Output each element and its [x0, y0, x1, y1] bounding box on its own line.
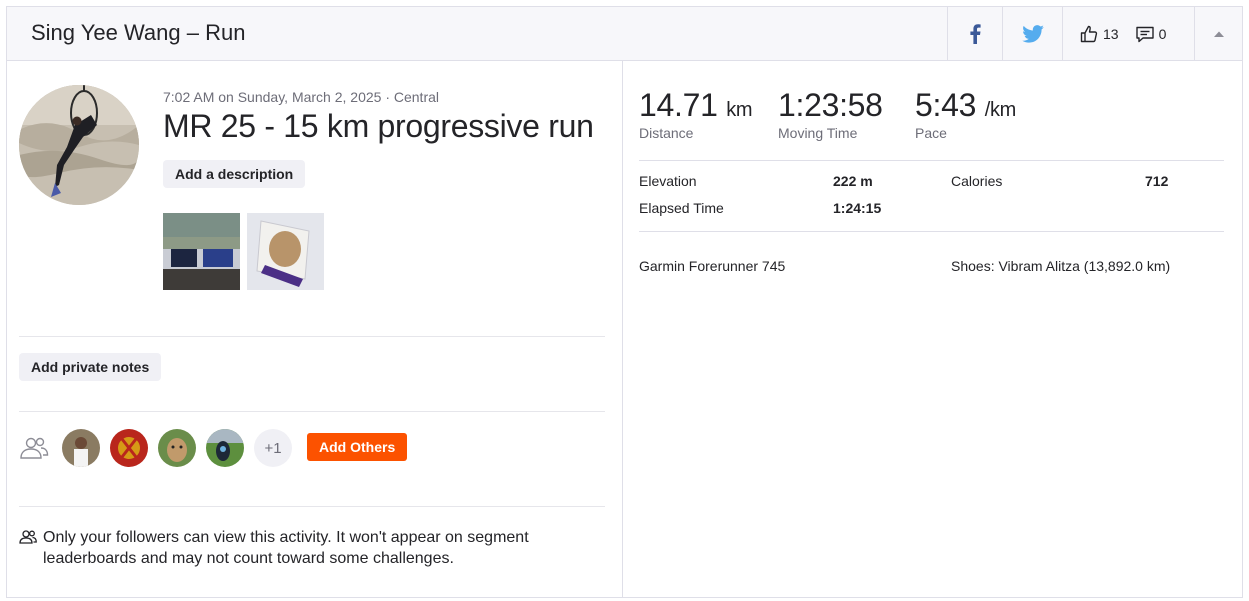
calories-value: 712 [1145, 173, 1169, 189]
twitter-share-button[interactable] [1002, 7, 1062, 60]
followers-icon [19, 530, 37, 544]
thumbs-up-icon [1080, 25, 1098, 42]
activity-title: MR 25 - 15 km progressive run [163, 108, 594, 144]
kudos-button[interactable]: 13 [1079, 24, 1135, 44]
kudos-comments-cell: 13 0 [1062, 7, 1194, 60]
device-name: Garmin Forerunner 745 [639, 258, 786, 274]
pace-label: Pace [915, 125, 947, 141]
activity-photo-group[interactable] [163, 213, 240, 290]
elapsed-time-label: Elapsed Time [639, 200, 724, 216]
twitter-icon [1021, 24, 1044, 43]
add-description-button[interactable]: Add a description [163, 160, 306, 188]
add-private-notes-button[interactable]: Add private notes [19, 353, 162, 381]
comment-icon [1135, 26, 1154, 42]
calories-label: Calories [951, 173, 1003, 189]
group-athlete-avatar[interactable] [206, 429, 244, 467]
stat-distance: 14.71 km Distance [639, 87, 753, 141]
more-athletes-count[interactable]: +1 [254, 429, 292, 467]
group-athlete-avatar[interactable] [62, 429, 100, 467]
group-athlete-avatar[interactable] [158, 429, 196, 467]
facebook-icon [970, 23, 981, 44]
group-athlete-avatar[interactable] [110, 429, 148, 467]
group-activity-row: +1 Add Others [19, 429, 609, 469]
activity-photo-food[interactable] [247, 213, 324, 290]
comment-count: 0 [1158, 25, 1167, 42]
group-icon [20, 437, 49, 459]
facebook-share-button[interactable] [947, 7, 1002, 60]
moving-time-value: 1:23:58 [778, 87, 883, 123]
distance-unit: km [726, 99, 753, 121]
activity-card: Sing Yee Wang – Run 13 0 7:02 AM on Sund… [6, 6, 1243, 598]
elevation-value: 222 m [833, 173, 873, 189]
moving-time-label: Moving Time [778, 125, 858, 141]
activity-details-panel: 7:02 AM on Sunday, March 2, 2025 · Centr… [7, 61, 623, 597]
photo-image [163, 213, 240, 290]
privacy-text: Only your followers can view this activi… [43, 529, 529, 567]
distance-label: Distance [639, 125, 694, 141]
pace-value: 5:43 [915, 87, 977, 123]
chevron-up-icon [1213, 31, 1224, 37]
shoes-info[interactable]: Shoes: Vibram Alitza (13,892.0 km) [951, 258, 1170, 274]
section-divider [19, 336, 605, 337]
pace-unit: /km [984, 99, 1017, 121]
activity-datetime: 7:02 AM on Sunday, March 2, 2025 · Centr… [163, 89, 440, 105]
elapsed-time-value: 1:24:15 [833, 200, 882, 216]
pace-value-row: 5:43 /km [915, 87, 1016, 124]
photo-image [247, 213, 324, 290]
add-others-button[interactable]: Add Others [307, 433, 408, 461]
distance-value: 14.71 [639, 87, 718, 123]
section-divider [19, 411, 605, 412]
stats-divider [639, 231, 1224, 232]
stats-divider [639, 160, 1224, 161]
activity-header: Sing Yee Wang – Run 13 0 [7, 7, 1242, 61]
collapse-button[interactable] [1194, 7, 1242, 60]
avatar-image [19, 85, 139, 205]
athlete-avatar[interactable] [19, 85, 139, 205]
page-title: Sing Yee Wang – Run [31, 20, 246, 45]
section-divider [19, 506, 605, 507]
comment-button[interactable]: 0 [1135, 24, 1183, 44]
stat-pace: 5:43 /km Pace [915, 87, 1016, 141]
distance-value-row: 14.71 km [639, 87, 753, 124]
activity-stats-panel: 14.71 km Distance 1:23:58 Moving Time 5:… [624, 61, 1242, 597]
kudos-count: 13 [1103, 25, 1119, 42]
elevation-label: Elevation [639, 173, 697, 189]
stat-moving-time: 1:23:58 Moving Time [778, 87, 883, 141]
